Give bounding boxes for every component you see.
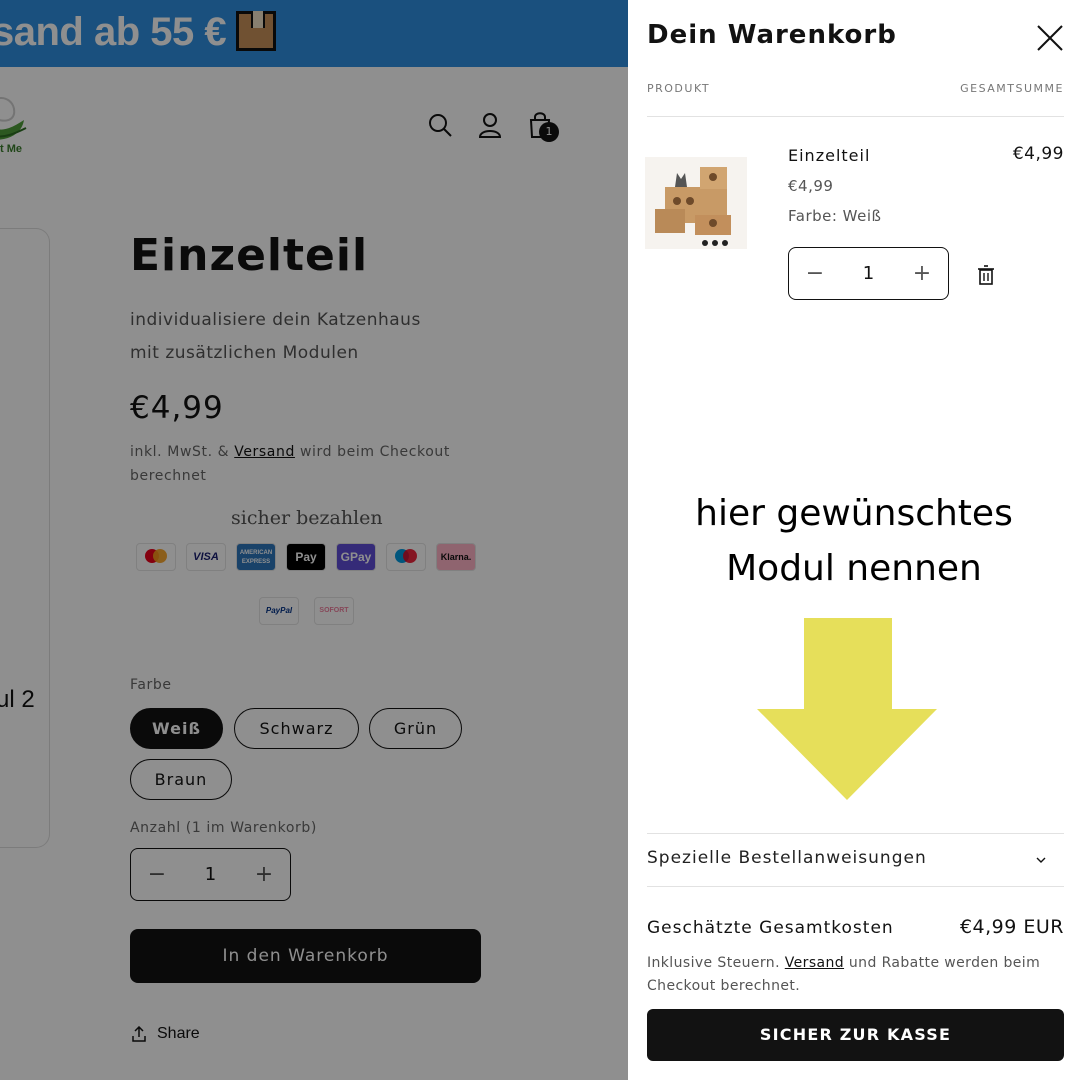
column-header-total: GESAMTSUMME [960, 82, 1064, 95]
header-divider [647, 116, 1064, 117]
cart-drawer: Dein Warenkorb PRODUKT GESAMTSUMME Einze… [628, 0, 1080, 1080]
estimated-total-value: €4,99 EUR [959, 916, 1064, 938]
trash-icon[interactable] [977, 265, 995, 285]
cart-item-image[interactable] [645, 157, 747, 249]
instructions-top-divider [647, 833, 1064, 834]
cart-item-variant: Farbe: Weiß [788, 207, 882, 225]
cart-item-name[interactable]: Einzelteil [788, 146, 870, 165]
instructions-bottom-divider [647, 886, 1064, 887]
cart-title: Dein Warenkorb [647, 20, 897, 50]
column-header-product: PRODUKT [647, 82, 711, 95]
close-icon[interactable] [1034, 22, 1066, 54]
cart-quantity-decrease-button[interactable]: − [789, 261, 841, 286]
cart-quantity-input[interactable]: 1 [863, 263, 874, 284]
estimated-total-label: Geschätzte Gesamtkosten [647, 918, 894, 938]
order-instructions-toggle[interactable]: Spezielle Bestellanweisungen [647, 848, 927, 868]
cart-quantity-stepper: − 1 + [788, 247, 949, 300]
chevron-down-icon[interactable] [1034, 853, 1048, 867]
annotation-text: hier gewünschtes Modul nennen [695, 493, 1013, 589]
cart-shipping-link[interactable]: Versand [785, 955, 844, 971]
checkout-button[interactable]: SICHER ZUR KASSE [647, 1009, 1064, 1061]
cart-item-total: €4,99 [1012, 144, 1064, 164]
cart-item-price: €4,99 [788, 177, 834, 195]
arrow-down-icon [757, 618, 937, 800]
cart-quantity-increase-button[interactable]: + [896, 261, 948, 286]
tax-shipping-note: Inklusive Steuern. Versand und Rabatte w… [647, 955, 1041, 994]
